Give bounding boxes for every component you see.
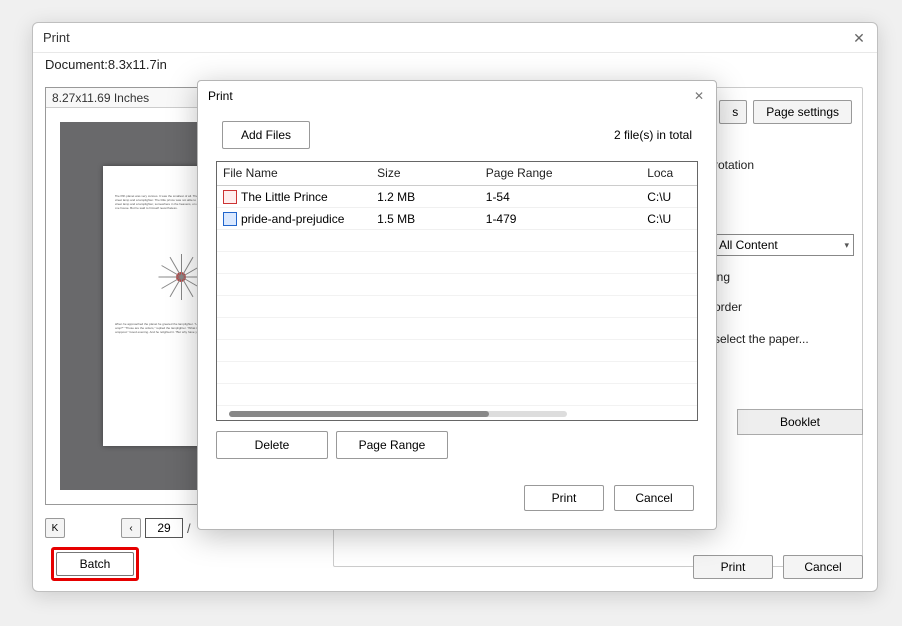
batch-highlight: Batch [51, 547, 139, 581]
table-empty-row [217, 340, 697, 362]
batch-top-row: Add Files 2 file(s) in total [198, 111, 716, 153]
dialog-title: Print [43, 30, 70, 45]
table-row[interactable]: The Little Prince 1.2 MB1-54C:\U [217, 186, 697, 208]
horizontal-scrollbar[interactable] [229, 411, 567, 417]
label-fragment-paper: select the paper... [714, 332, 809, 346]
batch-cancel-button[interactable]: Cancel [614, 485, 694, 511]
print-button[interactable]: Print [693, 555, 773, 579]
table-body: The Little Prince1.2 MB1-54C:\Upride-and… [217, 186, 697, 406]
table-header: File Name Size Page Range Loca [217, 162, 697, 186]
file-count-label: 2 file(s) in total [614, 128, 692, 142]
file-range: 1-479 [480, 208, 641, 230]
page-settings-button[interactable]: Page settings [753, 100, 852, 124]
dialog-footer: Print Cancel [693, 555, 863, 579]
table-empty-row [217, 274, 697, 296]
document-size-label: Document:8.3x11.7in [33, 53, 877, 72]
prev-page-button[interactable]: ‹ [121, 518, 141, 538]
content-select-value: All Content [719, 238, 778, 252]
batch-dialog-title: Print [208, 89, 233, 103]
cancel-button[interactable]: Cancel [783, 555, 863, 579]
booklet-button[interactable]: Booklet [737, 409, 863, 435]
file-range: 1-54 [480, 186, 641, 208]
delete-button[interactable]: Delete [216, 431, 328, 459]
rotation-label-fragment: rotation [714, 158, 754, 172]
table-empty-row [217, 318, 697, 340]
first-page-button[interactable]: K [45, 518, 65, 538]
col-size[interactable]: Size [371, 162, 480, 185]
table-empty-row [217, 296, 697, 318]
table-empty-row [217, 362, 697, 384]
chevron-down-icon: ▾ [844, 240, 849, 251]
batch-print-dialog: Print ✕ Add Files 2 file(s) in total Fil… [197, 80, 717, 530]
table-empty-row [217, 384, 697, 406]
table-empty-row [217, 252, 697, 274]
page-range-button[interactable]: Page Range [336, 431, 448, 459]
file-icon [223, 212, 237, 226]
table-empty-row [217, 230, 697, 252]
add-files-button[interactable]: Add Files [222, 121, 310, 149]
batch-footer: Print Cancel [524, 485, 694, 511]
batch-button[interactable]: Batch [56, 552, 134, 576]
close-icon[interactable]: ✕ [690, 87, 708, 105]
close-icon[interactable]: ✕ [849, 28, 869, 48]
batch-actions-row: Delete Page Range [198, 421, 716, 459]
col-filename[interactable]: File Name [217, 162, 371, 185]
col-range[interactable]: Page Range [480, 162, 641, 185]
content-select[interactable]: All Content ▾ [712, 234, 854, 256]
label-fragment-order: order [714, 300, 742, 314]
file-icon [223, 190, 237, 204]
file-name: The Little Prince [241, 190, 328, 204]
file-location: C:\U [641, 186, 697, 208]
file-location: C:\U [641, 208, 697, 230]
file-size: 1.2 MB [371, 186, 480, 208]
file-table: File Name Size Page Range Loca The Littl… [216, 161, 698, 421]
page-number-input[interactable] [145, 518, 183, 538]
file-size: 1.5 MB [371, 208, 480, 230]
file-name: pride-and-prejudice [241, 212, 344, 226]
table-row[interactable]: pride-and-prejudice 1.5 MB1-479C:\U [217, 208, 697, 230]
batch-print-button[interactable]: Print [524, 485, 604, 511]
page-separator: / [187, 521, 191, 536]
scrollbar-thumb[interactable] [229, 411, 489, 417]
batch-titlebar: Print ✕ [198, 81, 716, 111]
col-location[interactable]: Loca [641, 162, 697, 185]
titlebar: Print ✕ [33, 23, 877, 53]
unknown-s-button[interactable]: s [719, 100, 747, 124]
